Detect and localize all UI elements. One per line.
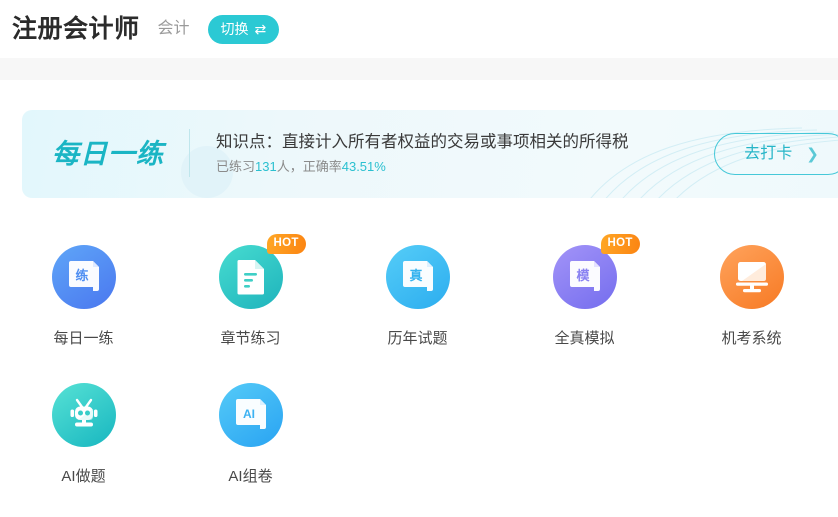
feature-item-ai-questions[interactable]: AI做题 <box>0 378 167 516</box>
icon-wrapper: 模 HOT <box>552 234 640 309</box>
subject-name-label: 会计 <box>157 20 190 37</box>
computer-monitor-icon <box>719 245 784 309</box>
banner-logo-text: 每日一练 <box>52 128 190 177</box>
feature-item-ai-paper[interactable]: AI AI组卷 <box>167 378 334 516</box>
icon-wrapper <box>719 245 784 309</box>
book-real-exam-icon: 真 <box>385 245 450 309</box>
feature-grid: 练 每日一练 HOT 章节练习 真 历年试题 模 HOT 全真模拟 机考系统 A… <box>0 234 838 516</box>
feature-grid-spacer <box>334 378 501 516</box>
feature-item-label: 历年试题 <box>387 330 448 347</box>
chevron-right-icon: ❯ <box>806 145 819 163</box>
robot-shape <box>70 398 97 427</box>
book-ai-paper-icon: AI <box>218 383 283 447</box>
document-shape <box>237 260 264 295</box>
feature-item-label: 每日一练 <box>53 330 114 347</box>
switch-button-label: 切换 <box>220 21 249 37</box>
svg-text:真: 真 <box>409 268 422 283</box>
knowledge-point-text: 知识点：直接计入所有者权益的交易或事项相关的所得税 <box>216 133 629 152</box>
feature-item-computer-exam[interactable]: 机考系统 <box>668 240 835 378</box>
monitor-shape <box>735 262 768 293</box>
feature-grid-spacer <box>501 378 668 516</box>
swap-horizontal-icon: ⇄ <box>254 21 267 37</box>
hot-badge: HOT <box>266 234 306 254</box>
go-checkin-button[interactable]: 去打卡 ❯ <box>714 133 838 175</box>
stats-middle-label: 人，正确率 <box>276 159 342 175</box>
icon-wrapper: HOT <box>218 234 306 309</box>
hot-badge: HOT <box>600 234 640 254</box>
feature-item-mock-exam[interactable]: 模 HOT 全真模拟 <box>501 234 668 378</box>
feature-item-label: AI组卷 <box>228 468 273 485</box>
feature-item-label: 机考系统 <box>721 330 782 347</box>
svg-text:模: 模 <box>576 268 590 283</box>
feature-item-daily-practice[interactable]: 练 每日一练 <box>0 240 167 378</box>
page-header: 注册会计师 会计 切换 ⇄ <box>0 0 838 58</box>
feature-item-label: 章节练习 <box>220 330 281 347</box>
icon-wrapper: 真 <box>385 245 450 309</box>
document-lines-icon <box>218 245 283 309</box>
feature-item-label: AI做题 <box>61 468 106 485</box>
book-shape: 真 <box>402 261 433 291</box>
header-divider-band <box>0 58 838 80</box>
practice-stats-line: 已练习131人，正确率43.51% <box>216 160 629 174</box>
icon-wrapper: AI <box>218 383 283 447</box>
banner-text-block: 知识点：直接计入所有者权益的交易或事项相关的所得税 已练习131人，正确率43.… <box>216 133 629 174</box>
page-title: 注册会计师 <box>12 14 140 43</box>
practiced-count-value: 131 <box>255 159 277 175</box>
go-checkin-label: 去打卡 <box>744 145 793 162</box>
svg-text:练: 练 <box>75 268 88 283</box>
book-shape: 模 <box>569 261 600 291</box>
daily-practice-banner[interactable]: 每日一练 知识点：直接计入所有者权益的交易或事项相关的所得税 已练习131人，正… <box>22 110 838 198</box>
book-mock-exam-icon: 模 <box>552 245 617 309</box>
icon-wrapper <box>51 383 116 447</box>
switch-subject-button[interactable]: 切换 ⇄ <box>207 14 280 44</box>
feature-grid-row: AI做题 AI AI组卷 <box>0 378 838 516</box>
feature-item-label: 全真模拟 <box>554 330 615 347</box>
book-shape: AI <box>235 399 266 429</box>
feature-grid-spacer <box>668 378 835 516</box>
stats-prefix-label: 已练习 <box>216 159 256 175</box>
book-shape: 练 <box>68 261 99 291</box>
feature-item-chapter-practice[interactable]: HOT 章节练习 <box>167 234 334 378</box>
feature-item-past-exams[interactable]: 真 历年试题 <box>334 240 501 378</box>
icon-wrapper: 练 <box>51 245 116 309</box>
accuracy-rate-value: 43.51% <box>341 159 386 175</box>
svg-text:AI: AI <box>243 407 255 421</box>
robot-head-icon <box>51 383 116 447</box>
feature-grid-row: 练 每日一练 HOT 章节练习 真 历年试题 模 HOT 全真模拟 机考系统 <box>0 234 838 378</box>
book-practice-icon: 练 <box>51 245 116 309</box>
